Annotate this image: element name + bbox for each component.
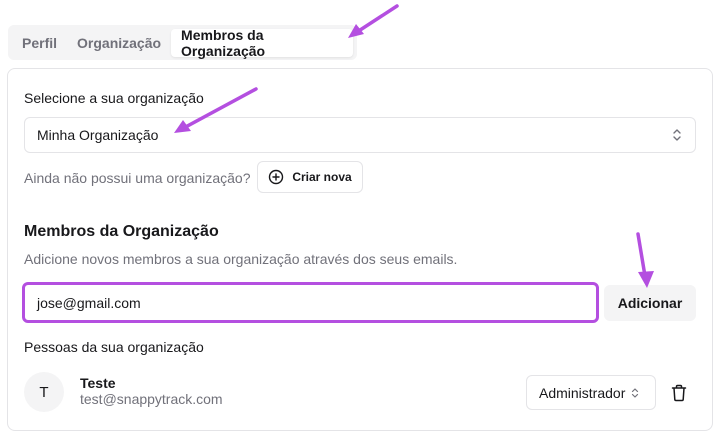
member-email-value: jose@gmail.com <box>37 294 141 311</box>
arrow-tab <box>352 4 399 36</box>
chevron-up-down-icon <box>632 387 639 398</box>
organization-select[interactable]: Minha Organização <box>24 117 696 153</box>
people-section-label: Pessoas da sua organização <box>24 339 204 355</box>
org-select-label: Selecione a sua organização <box>24 90 204 106</box>
tab-list: Perfil Organização Membros da Organizaçã… <box>8 25 357 60</box>
avatar: T <box>24 372 64 412</box>
chevron-up-down-icon <box>673 129 681 141</box>
tab-organization[interactable]: Organização <box>67 29 171 57</box>
tab-profile[interactable]: Perfil <box>12 29 67 57</box>
member-name: Teste <box>80 375 116 391</box>
member-email: test@snappytrack.com <box>80 391 223 407</box>
create-organization-button[interactable]: Criar nova <box>257 161 363 193</box>
add-member-button[interactable]: Adicionar <box>604 285 696 321</box>
member-role-select[interactable]: Administrador <box>526 375 656 410</box>
member-email-input[interactable]: jose@gmail.com <box>22 282 599 323</box>
members-description: Adicione novos membros a sua organização… <box>24 251 458 267</box>
trash-icon[interactable] <box>671 384 687 402</box>
tab-organization-members[interactable]: Membros da Organização <box>171 27 353 59</box>
plus-circle-icon <box>269 169 284 185</box>
members-title: Membros da Organização <box>24 223 219 240</box>
create-organization-label: Criar nova <box>292 170 352 184</box>
organization-select-value: Minha Organização <box>37 127 159 143</box>
no-organization-text: Ainda não possui uma organização? <box>24 170 251 186</box>
member-role-value: Administrador <box>539 384 626 401</box>
